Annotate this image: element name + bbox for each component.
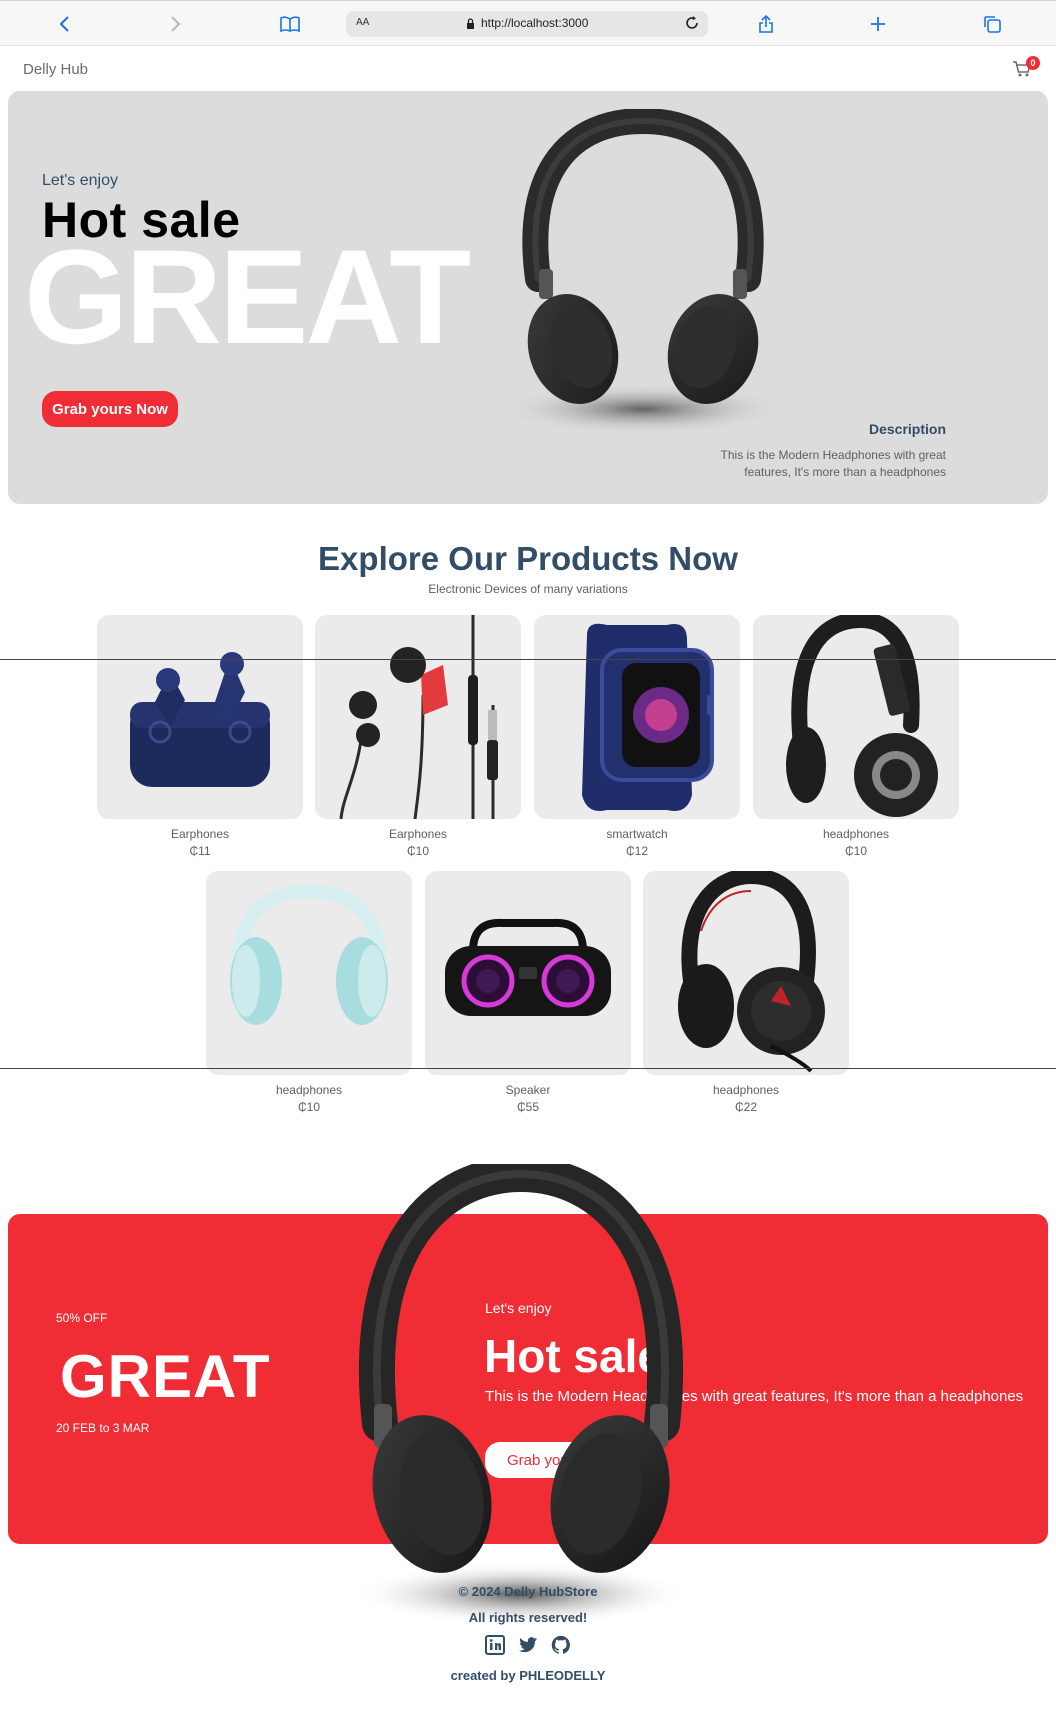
hero-description-text: This is the Modern Headphones with great… [720, 448, 946, 479]
reload-icon[interactable] [684, 15, 700, 36]
product-name[interactable]: smartwatch [534, 827, 740, 841]
banner-large-text: GREAT [60, 1343, 271, 1410]
hero-grab-button[interactable]: Grab yours Now [42, 391, 178, 427]
tabs-overview-icon[interactable] [980, 13, 1004, 35]
social-icons [0, 1634, 1056, 1656]
product-card[interactable]: Speaker ₵55 [425, 871, 631, 1114]
hero-small-text: Let's enjoy [42, 172, 118, 189]
address-bar[interactable]: AA http://localhost:3000 [346, 11, 708, 37]
product-name[interactable]: Earphones [97, 827, 303, 841]
product-image[interactable] [315, 615, 521, 819]
bookmarks-icon[interactable] [278, 13, 302, 35]
banner-discount: 50% OFF [56, 1311, 108, 1325]
product-name[interactable]: headphones [643, 1083, 849, 1097]
headphones-icon [786, 615, 938, 817]
earbuds-case-icon [130, 652, 270, 787]
forward-icon[interactable] [164, 13, 188, 35]
product-card[interactable]: Earphones ₵11 [97, 615, 303, 858]
browser-toolbar: AA http://localhost:3000 [0, 0, 1056, 46]
footer-copyright: © 2024 Delly HubStore [458, 1584, 598, 1599]
product-image[interactable] [97, 615, 303, 819]
product-price: ₵10 [406, 844, 429, 858]
product-price: ₵55 [516, 1100, 539, 1114]
share-icon[interactable] [754, 13, 778, 35]
product-card[interactable]: headphones ₵22 [643, 871, 849, 1114]
footer-banner: 50% OFF GREAT 20 FEB to 3 MAR Let's enjo… [8, 1164, 1048, 1624]
reader-aa-button[interactable]: AA [356, 17, 369, 28]
hero-headphones-image [498, 109, 788, 435]
product-image[interactable] [534, 615, 740, 819]
product-price: ₵12 [625, 844, 648, 858]
hero-description-title: Description [868, 421, 946, 437]
cart-count-badge: 0 [1026, 56, 1040, 70]
product-card[interactable]: Earphones ₵10 [315, 615, 521, 858]
divider-line [0, 659, 1056, 660]
product-name[interactable]: headphones [753, 827, 959, 841]
product-name[interactable]: headphones [206, 1083, 412, 1097]
hero-description: Description This is the Modern Headphone… [686, 421, 946, 481]
new-tab-icon[interactable] [866, 13, 890, 35]
product-image[interactable] [643, 871, 849, 1075]
product-card[interactable]: headphones ₵10 [206, 871, 412, 1114]
wired-earphones-icon [339, 615, 498, 819]
footer-rights: All rights reserved! [468, 1610, 588, 1625]
headphones-icon [230, 883, 388, 1025]
hero-banner: Let's enjoy Hot sale GREAT Grab yours No… [8, 91, 1048, 504]
linkedin-icon[interactable] [484, 1634, 506, 1656]
banner-sale-time: 20 FEB to 3 MAR [56, 1421, 150, 1435]
product-image[interactable] [206, 871, 412, 1075]
twitter-icon[interactable] [517, 1634, 539, 1656]
speaker-icon [445, 918, 611, 1016]
url-text-wrap: http://localhost:3000 [466, 16, 588, 30]
product-image[interactable] [425, 871, 631, 1075]
product-price: ₵10 [297, 1100, 320, 1114]
footer: © 2024 Delly HubStore All rights reserve… [0, 1584, 1056, 1694]
url-text: http://localhost:3000 [481, 16, 589, 30]
product-image[interactable] [753, 615, 959, 819]
product-price: ₵22 [734, 1100, 757, 1114]
products-subtitle: Electronic Devices of many variations [428, 582, 628, 596]
headset-icon [678, 871, 825, 1073]
product-name[interactable]: Speaker [425, 1083, 631, 1097]
hero-large-text: GREAT [24, 223, 471, 372]
navbar: Delly Hub 0 [0, 46, 1056, 90]
back-icon[interactable] [52, 13, 76, 35]
product-price: ₵11 [189, 844, 211, 858]
footer-credit: created by PHLEODELLY [450, 1668, 606, 1683]
product-card[interactable]: headphones ₵10 [753, 615, 959, 858]
cart-button[interactable]: 0 [1012, 56, 1040, 82]
products-heading: Explore Our Products Now Electronic Devi… [0, 540, 1056, 596]
product-card[interactable]: smartwatch ₵12 [534, 615, 740, 858]
lock-icon [467, 17, 474, 29]
products-title: Explore Our Products Now [318, 540, 738, 577]
product-name[interactable]: Earphones [315, 827, 521, 841]
product-price: ₵10 [844, 844, 867, 858]
smartwatch-icon [582, 623, 714, 811]
banner-headphones-image [351, 1164, 691, 1624]
divider-line [0, 1068, 1056, 1069]
github-icon[interactable] [550, 1634, 572, 1656]
site-logo[interactable]: Delly Hub [23, 61, 88, 78]
